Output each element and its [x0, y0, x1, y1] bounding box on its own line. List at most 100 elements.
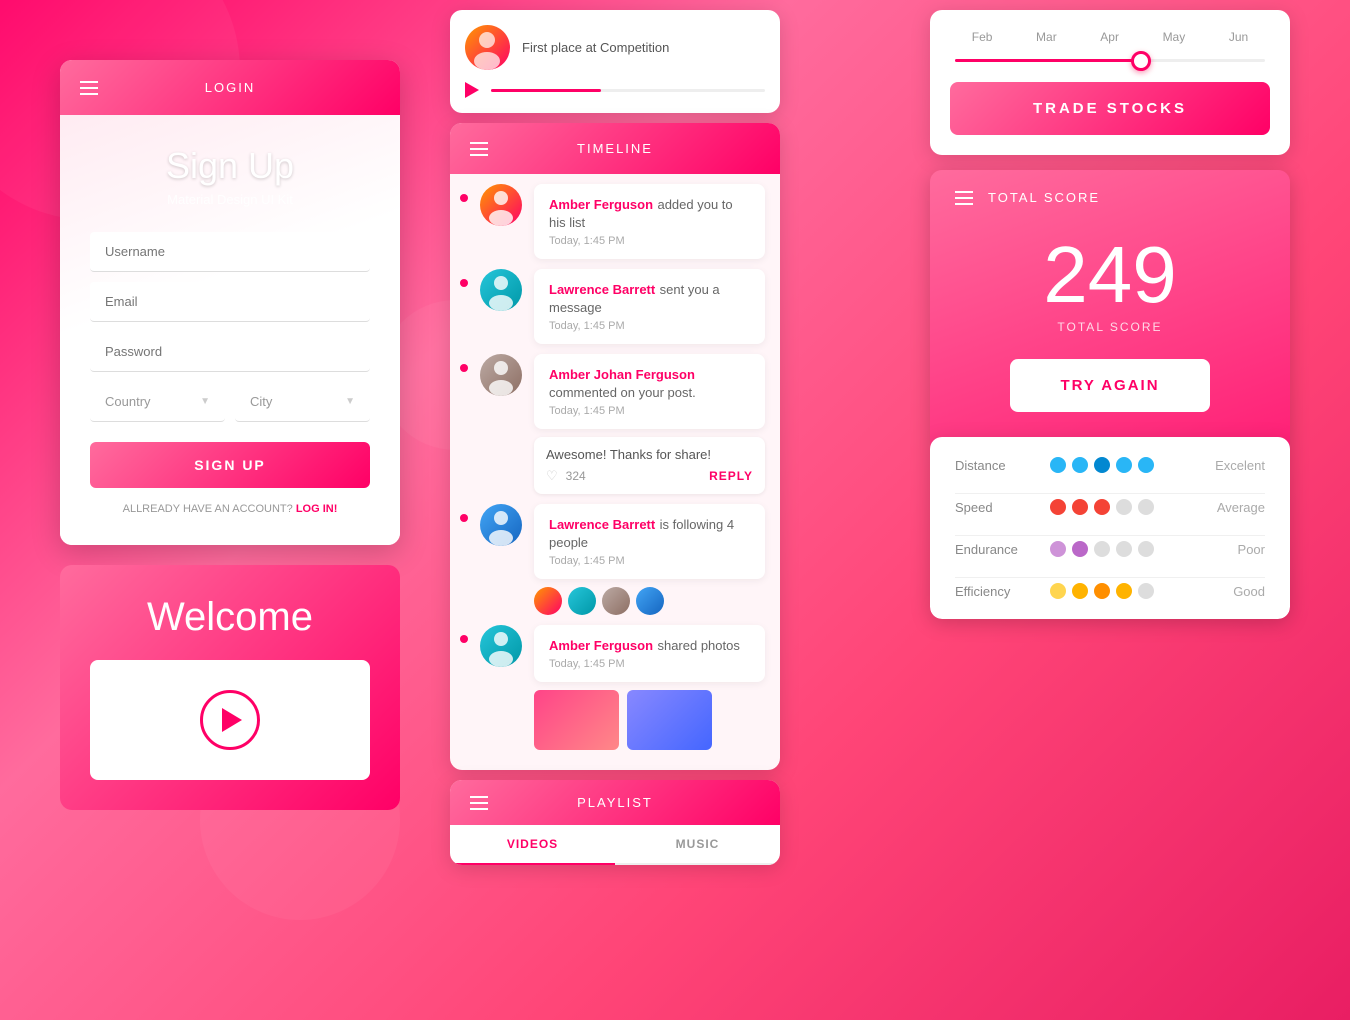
list-item: Lawrence Barrett is following 4 people T… — [480, 504, 765, 615]
tab-videos[interactable]: VIDEOS — [450, 825, 615, 865]
divider — [955, 493, 1265, 494]
stat-label-endurance: Endurance — [955, 542, 1035, 557]
progress-fill — [491, 89, 601, 92]
stat-dot — [1094, 499, 1110, 515]
stat-dot — [1138, 583, 1154, 599]
score-header-title: TOTAL SCORE — [988, 190, 1100, 205]
tab-music[interactable]: MUSIC — [615, 825, 780, 865]
score-header: TOTAL SCORE — [930, 170, 1290, 215]
slider-thumb[interactable] — [1131, 51, 1151, 71]
play-circle[interactable] — [200, 690, 260, 750]
close-button[interactable]: ✕ — [1235, 464, 1270, 499]
welcome-title: Welcome — [90, 595, 370, 640]
stat-dot — [1094, 583, 1110, 599]
login-header-title: LOGIN — [205, 80, 255, 95]
signup-button[interactable]: SIGN UP — [90, 442, 370, 488]
avatar — [480, 269, 522, 311]
country-select[interactable]: Country ▼ — [90, 382, 225, 422]
photo-thumbnail — [627, 690, 712, 750]
hamburger-icon[interactable] — [80, 81, 98, 95]
chart-month: May — [1163, 30, 1186, 44]
stat-dot — [1072, 457, 1088, 473]
comment-box: Awesome! Thanks for share! ♡ 324 REPLY — [534, 437, 765, 494]
follower-avatars — [534, 587, 765, 615]
score-number: 249 — [930, 215, 1290, 320]
music-player-row — [465, 82, 765, 98]
music-card-top: First place at Competition — [450, 10, 780, 113]
playlist-header: PLAYLIST — [450, 780, 780, 825]
login-body: Sign Up Material Design UI Kit Country ▼… — [60, 115, 400, 545]
login-header: LOGIN — [60, 60, 400, 115]
playlist-hamburger[interactable] — [470, 796, 488, 810]
avatar — [480, 184, 522, 226]
heart-icon[interactable]: ♡ — [546, 468, 558, 484]
password-input[interactable] — [90, 332, 370, 372]
stat-dot — [1094, 457, 1110, 473]
login-link[interactable]: LOG IN! — [296, 503, 338, 515]
stock-slider[interactable] — [950, 59, 1270, 62]
stat-label-efficiency: Efficiency — [955, 584, 1035, 599]
playlist-card: PLAYLIST VIDEOS MUSIC — [450, 780, 780, 865]
follower-avatar — [534, 587, 562, 615]
stat-dots-distance — [1050, 457, 1180, 473]
try-again-button[interactable]: TRY AGAIN — [1010, 359, 1210, 412]
stat-dot — [1072, 583, 1088, 599]
list-item: Lawrence Barrett sent you a message Toda… — [480, 269, 765, 344]
timeline-body: Amber Ferguson added you to his list Tod… — [450, 174, 780, 770]
timeline-dot — [460, 279, 468, 287]
trade-stocks-button[interactable]: TRADE STOCKS — [950, 82, 1270, 135]
timeline-title: TIMELINE — [577, 141, 653, 156]
stat-dot — [1138, 499, 1154, 515]
reply-button[interactable]: REPLY — [709, 469, 753, 483]
stat-dot — [1116, 583, 1132, 599]
music-info: First place at Competition — [522, 40, 669, 55]
avatar — [480, 504, 522, 546]
timeline-hamburger[interactable] — [470, 142, 488, 156]
username-input[interactable] — [90, 232, 370, 272]
stat-dot — [1050, 499, 1066, 515]
timeline-dot — [460, 194, 468, 202]
stat-dot — [1116, 499, 1132, 515]
stat-dot — [1050, 457, 1066, 473]
stat-dots-efficiency — [1050, 583, 1180, 599]
timeline-content-card: Amber Ferguson shared photos Today, 1:45… — [534, 625, 765, 682]
chart-months: Feb Mar Apr May Jun — [950, 30, 1270, 44]
playlist-title: PLAYLIST — [577, 795, 653, 810]
follower-avatar — [568, 587, 596, 615]
signup-subtitle: Material Design UI Kit — [90, 192, 370, 207]
stat-rating-speed: Average — [1195, 500, 1265, 515]
list-item: Amber Johan Ferguson commented on your p… — [480, 354, 765, 494]
timeline-card: TIMELINE Amber Ferguson added you to his… — [450, 123, 780, 770]
stat-dot — [1050, 583, 1066, 599]
timeline-content-card: Amber Johan Ferguson commented on your p… — [534, 354, 765, 429]
list-item: Amber Ferguson added you to his list Tod… — [480, 184, 765, 259]
stat-dot — [1072, 499, 1088, 515]
stat-dot — [1094, 541, 1110, 557]
stat-dot — [1072, 541, 1088, 557]
score-label: TOTAL SCORE — [930, 320, 1290, 334]
photo-thumbnail — [534, 690, 619, 750]
stat-row-speed: Speed Average — [955, 499, 1265, 515]
follower-avatar — [602, 587, 630, 615]
stat-row-endurance: Endurance Poor — [955, 541, 1265, 557]
divider — [955, 535, 1265, 536]
email-input[interactable] — [90, 282, 370, 322]
progress-bar[interactable] — [491, 89, 765, 92]
music-artist-row: First place at Competition — [465, 25, 765, 70]
timeline-content-card: Lawrence Barrett is following 4 people T… — [534, 504, 765, 579]
score-hamburger-icon[interactable] — [955, 191, 973, 205]
login-card: LOGIN Sign Up Material Design UI Kit Cou… — [60, 60, 400, 545]
stat-dot — [1116, 541, 1132, 557]
comment-actions: ♡ 324 REPLY — [546, 468, 753, 484]
stat-dot — [1050, 541, 1066, 557]
play-icon — [222, 708, 242, 732]
stat-dots-speed — [1050, 499, 1180, 515]
stat-dots-endurance — [1050, 541, 1180, 557]
chart-month: Feb — [972, 30, 993, 44]
chart-month: Mar — [1036, 30, 1057, 44]
stat-rating-efficiency: Good — [1195, 584, 1265, 599]
city-select[interactable]: City ▼ — [235, 382, 370, 422]
stat-dot — [1138, 541, 1154, 557]
play-button-small[interactable] — [465, 82, 479, 98]
timeline-dot — [460, 514, 468, 522]
